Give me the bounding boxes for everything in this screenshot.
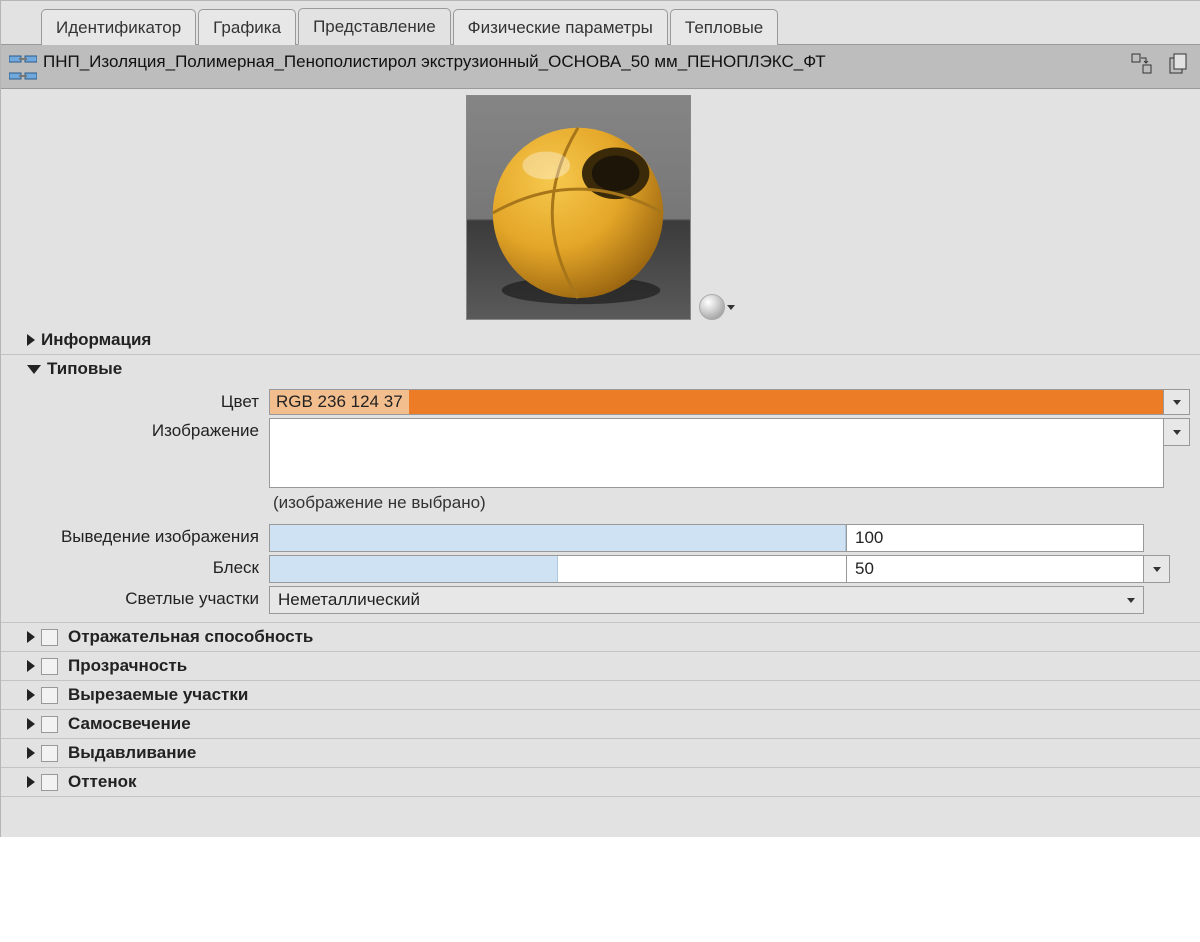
label-image: Изображение [11,418,269,441]
link-icon[interactable] [9,52,37,66]
section-checkbox[interactable] [41,745,58,762]
color-dropdown-button[interactable] [1164,389,1190,415]
section-generic-header[interactable]: Типовые [1,355,1200,383]
chevron-down-icon [727,305,735,310]
replace-asset-icon[interactable] [1130,52,1154,76]
section-title: Выдавливание [68,743,196,763]
slider-fill [270,525,846,551]
tab-identifier[interactable]: Идентификатор [41,9,196,45]
section-title: Отражательная способность [68,627,313,647]
image-fade-value[interactable]: 100 [847,524,1144,552]
row-image-fade: Выведение изображения 100 [11,524,1190,552]
section-title: Самосвечение [68,714,191,734]
row-highlights: Светлые участки Неметаллический [11,586,1190,614]
tab-label: Физические параметры [468,18,653,37]
disclosure-triangle-icon [27,747,35,759]
tab-bar: Идентификатор Графика Представление Физи… [1,1,1200,45]
section-information-header[interactable]: Информация [1,326,1200,355]
disclosure-triangle-icon [27,334,35,346]
disclosure-triangle-icon [27,689,35,701]
row-color: Цвет RGB 236 124 37 [11,389,1190,415]
color-swatch-field[interactable]: RGB 236 124 37 [269,389,1164,415]
section-title: Информация [41,330,151,350]
section-title: Типовые [47,359,122,379]
label-highlights: Светлые участки [11,586,269,609]
image-dropdown-button[interactable] [1164,418,1190,446]
tab-label: Тепловые [685,18,763,37]
disclosure-triangle-icon [27,718,35,730]
highlights-value-text: Неметаллический [278,590,420,610]
gloss-dropdown-button[interactable] [1144,555,1170,583]
image-drop-area[interactable] [269,418,1164,488]
chevron-down-icon [1153,567,1161,572]
highlights-select[interactable]: Неметаллический [269,586,1144,614]
section-selfillum-header[interactable]: Самосвечение [1,710,1200,739]
gloss-slider[interactable] [269,555,847,583]
image-fade-slider[interactable] [269,524,847,552]
material-preview-thumbnail[interactable] [466,95,691,320]
preview-area [1,89,1200,326]
disclosure-triangle-icon [27,660,35,672]
material-name-text: ПНП_Изоляция_Полимерная_Пенополистирол э… [43,50,1130,72]
section-title: Прозрачность [68,656,187,676]
link-icon[interactable] [9,69,37,83]
chevron-down-icon [1173,400,1181,405]
duplicate-asset-icon[interactable] [1166,52,1190,76]
section-bump-header[interactable]: Выдавливание [1,739,1200,768]
section-checkbox[interactable] [41,629,58,646]
tab-graphics[interactable]: Графика [198,9,296,45]
disclosure-triangle-icon [27,776,35,788]
gloss-value[interactable]: 50 [847,555,1144,583]
header-left-icons [1,50,43,83]
row-image-hint: (изображение не выбрано) [11,491,1190,521]
section-generic-body: Цвет RGB 236 124 37 Изображение (изображ… [1,383,1200,623]
material-editor-panel: Идентификатор Графика Представление Физи… [0,0,1200,837]
tab-appearance[interactable]: Представление [298,8,451,45]
disclosure-triangle-icon [27,365,41,374]
section-transparency-header[interactable]: Прозрачность [1,652,1200,681]
row-gloss: Блеск 50 [11,555,1190,583]
image-hint-text: (изображение не выбрано) [269,491,490,521]
section-title: Вырезаемые участки [68,685,248,705]
row-image: Изображение [11,418,1190,488]
disclosure-triangle-icon [27,631,35,643]
tab-label: Представление [313,17,436,36]
preview-shape-dropdown[interactable] [699,294,735,320]
tab-physical[interactable]: Физические параметры [453,9,668,45]
color-value-text: RGB 236 124 37 [270,390,409,414]
section-tint-header[interactable]: Оттенок [1,768,1200,797]
tab-label: Графика [213,18,281,37]
chevron-down-icon [1173,430,1181,435]
section-checkbox[interactable] [41,658,58,675]
section-checkbox[interactable] [41,687,58,704]
section-title: Оттенок [68,772,137,792]
tab-thermal[interactable]: Тепловые [670,9,778,45]
section-reflectivity-header[interactable]: Отражательная способность [1,623,1200,652]
slider-fill [270,556,558,582]
label-image-fade: Выведение изображения [11,524,269,547]
chevron-down-icon [1127,598,1135,603]
material-header: ПНП_Изоляция_Полимерная_Пенополистирол э… [1,45,1200,89]
section-checkbox[interactable] [41,716,58,733]
tab-label: Идентификатор [56,18,181,37]
label-gloss: Блеск [11,555,269,578]
header-right-icons [1130,50,1190,76]
label-color: Цвет [11,389,269,412]
section-checkbox[interactable] [41,774,58,791]
section-cutouts-header[interactable]: Вырезаемые участки [1,681,1200,710]
sphere-icon [699,294,725,320]
